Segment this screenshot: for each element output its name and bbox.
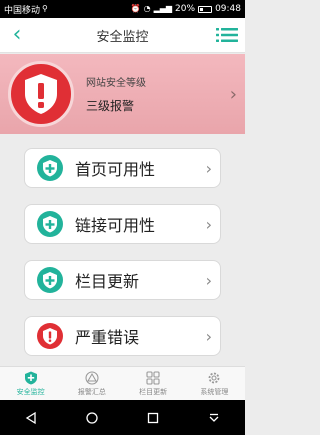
tab-label: 安全监控 xyxy=(16,387,45,396)
tab-column-update[interactable]: 栏目更新 xyxy=(123,367,184,400)
shield-exclamation-icon xyxy=(37,323,63,349)
shield-exclamation-icon xyxy=(25,74,57,114)
back-button[interactable]: ‹ xyxy=(0,18,34,53)
chevron-right-icon: › xyxy=(205,214,212,234)
shield-plus-icon xyxy=(24,371,37,384)
list-item-critical-errors[interactable]: 严重错误 › xyxy=(24,316,221,356)
list-item-label: 链接可用性 xyxy=(75,216,156,235)
alert-summary-icon xyxy=(85,370,99,385)
nav-home-icon[interactable] xyxy=(85,411,99,425)
system-nav-bar xyxy=(0,400,245,435)
nav-back-icon[interactable] xyxy=(24,411,38,425)
shield-plus-icon xyxy=(37,211,63,237)
tab-security-monitor[interactable]: 安全监控 xyxy=(0,367,61,400)
battery-icon xyxy=(198,5,213,13)
list-menu-icon xyxy=(216,28,238,42)
tab-alarm-summary[interactable]: 报警汇总 xyxy=(61,367,122,400)
alarm-badge xyxy=(8,61,74,127)
chevron-right-icon: › xyxy=(205,270,212,290)
wifi-icon: ◔ xyxy=(143,4,151,13)
alarm-icon: ⏰ xyxy=(130,4,141,13)
security-level-label: 网站安全等级 xyxy=(86,78,146,89)
chevron-left-icon: ‹ xyxy=(12,22,22,47)
list-item-homepage-availability[interactable]: 首页可用性 › xyxy=(24,148,221,188)
clock: 09:48 xyxy=(215,4,241,14)
status-bar: 中国移动 ⚲ ⏰ ◔ ▂▄▆ 20% 09:48 xyxy=(0,0,245,18)
list-item-link-availability[interactable]: 链接可用性 › xyxy=(24,204,221,244)
list-item-column-update[interactable]: 栏目更新 › xyxy=(24,260,221,300)
tab-system-management[interactable]: 系统管理 xyxy=(184,367,245,400)
shield-plus-icon xyxy=(37,155,63,181)
chevron-right-icon: › xyxy=(229,83,237,105)
nav-notification-icon[interactable] xyxy=(207,411,221,425)
settings-icon xyxy=(208,372,220,383)
tab-label: 报警汇总 xyxy=(77,387,106,396)
tab-label: 栏目更新 xyxy=(139,387,168,396)
tab-label: 系统管理 xyxy=(200,387,229,396)
app-header: ‹ 安全监控 xyxy=(0,18,245,53)
battery-percent: 20% xyxy=(175,4,196,14)
bottom-tab-bar: 安全监控 报警汇总 栏目更新 系统管理 xyxy=(0,366,245,400)
chevron-right-icon: › xyxy=(205,326,212,346)
shield-plus-icon xyxy=(37,267,63,293)
security-level-banner[interactable]: 网站安全等级 三级报警 › xyxy=(0,54,245,134)
nav-recents-icon[interactable] xyxy=(146,411,160,425)
list-item-label: 严重错误 xyxy=(75,328,140,347)
list-item-label: 栏目更新 xyxy=(75,272,140,291)
list-item-label: 首页可用性 xyxy=(75,160,156,179)
menu-button[interactable] xyxy=(209,18,245,53)
carrier-name: 中国移动 xyxy=(4,5,41,16)
monitor-list: 首页可用性 › 链接可用性 › 栏目更新 › 严重错误 › xyxy=(24,148,221,372)
grid-icon xyxy=(146,370,160,385)
signal-icon: ▂▄▆ xyxy=(153,4,173,13)
chevron-right-icon: › xyxy=(205,158,212,178)
location-icon: ⚲ xyxy=(42,4,48,13)
security-level-value: 三级报警 xyxy=(86,99,135,113)
